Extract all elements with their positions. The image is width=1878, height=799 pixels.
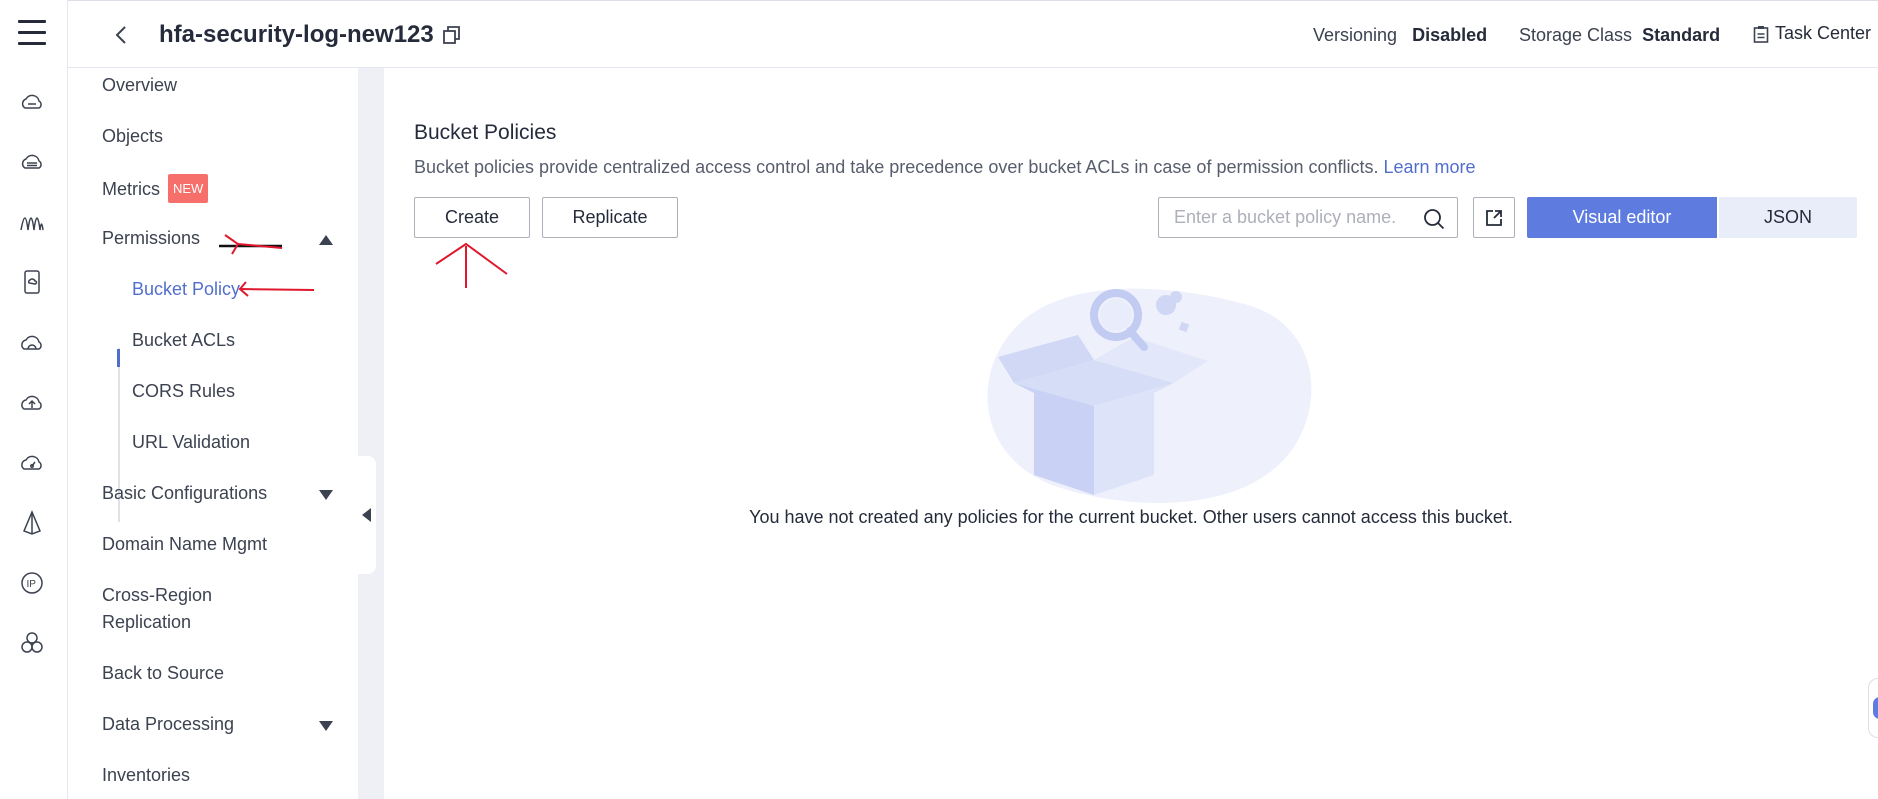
bucket-sidebar: Overview Objects Metrics NEW Permissions … (68, 68, 358, 799)
network-icon[interactable] (18, 509, 46, 537)
empty-state-message: You have not created any policies for th… (749, 507, 1513, 527)
replicate-button[interactable]: Replicate (542, 197, 678, 238)
floating-assistant-tab[interactable] (1868, 678, 1878, 738)
svg-text:IP: IP (27, 579, 37, 590)
back-button[interactable] (108, 21, 134, 49)
active-indicator (117, 349, 120, 367)
bucket-name-title: hfa-security-log-new123 (159, 21, 434, 48)
chevron-down-icon[interactable] (319, 490, 333, 500)
sidebar-item-metrics[interactable]: Metrics NEW (102, 174, 209, 203)
cluster-icon[interactable] (18, 629, 46, 657)
policy-search (1158, 197, 1458, 238)
versioning-status: Versioning Disabled (1313, 25, 1487, 46)
sidebar-item-metrics-label: Metrics (102, 179, 160, 199)
cross-region-line-2: Replication (102, 612, 192, 632)
collapse-sidebar-button[interactable] (356, 456, 376, 574)
sidebar-item-basic-configurations[interactable]: Basic Configurations (102, 480, 267, 507)
search-input[interactable] (1159, 198, 1409, 237)
global-nav-rail: IP (0, 0, 68, 799)
sidebar-item-bucket-acls[interactable]: Bucket ACLs (132, 330, 235, 351)
sidebar-item-url-validation[interactable]: URL Validation (132, 432, 250, 453)
menu-icon[interactable] (18, 20, 46, 46)
page-description: Bucket policies provide centralized acce… (414, 157, 1476, 178)
cloud-icon[interactable] (18, 329, 46, 357)
tab-json[interactable]: JSON (1719, 197, 1857, 238)
content-gutter (358, 68, 384, 799)
new-badge: NEW (168, 174, 209, 203)
cross-region-line-1: Cross-Region (102, 585, 213, 605)
storage-class-label: Storage Class (1519, 25, 1633, 45)
chevron-up-icon[interactable] (319, 235, 333, 245)
chevron-left-icon (115, 26, 126, 44)
sidebar-item-bucket-policy[interactable]: Bucket Policy (132, 279, 240, 300)
triangle-left-icon (361, 508, 371, 522)
tab-visual-editor[interactable]: Visual editor (1527, 197, 1717, 238)
top-bar: hfa-security-log-new123 Versioning Disab… (68, 0, 1878, 68)
sidebar-item-back-to-source[interactable]: Back to Source (102, 660, 224, 687)
task-center-link[interactable]: Task Center (1753, 23, 1871, 44)
sidebar-item-permissions[interactable]: Permissions (102, 225, 200, 252)
sidebar-item-inventories[interactable]: Inventories (102, 762, 190, 789)
ip-icon[interactable]: IP (18, 569, 46, 597)
empty-box-illustration (987, 288, 1312, 503)
create-button[interactable]: Create (414, 197, 530, 238)
sidebar-item-cross-region-replication[interactable]: Cross-Region Replication (102, 582, 212, 636)
cloud-dashboard-icon[interactable] (18, 449, 46, 477)
cloud-upload-icon[interactable] (18, 389, 46, 417)
task-center-label: Task Center (1775, 23, 1872, 43)
cloud-server-icon[interactable] (18, 89, 46, 117)
clipboard-icon (1753, 25, 1769, 43)
sidebar-item-overview[interactable]: Overview (102, 72, 177, 99)
learn-more-link[interactable]: Learn more (1384, 157, 1476, 177)
versioning-label: Versioning (1313, 25, 1398, 45)
sidebar-item-data-processing[interactable]: Data Processing (102, 711, 234, 738)
copy-icon[interactable] (442, 25, 462, 45)
export-icon (1486, 209, 1502, 226)
storage-class-value: Standard (1642, 25, 1721, 45)
cloud-disk-icon[interactable] (18, 149, 46, 177)
sidebar-item-objects[interactable]: Objects (102, 123, 163, 150)
search-icon[interactable] (1423, 208, 1445, 230)
sidebar-item-cors-rules[interactable]: CORS Rules (132, 381, 235, 402)
page-title: Bucket Policies (414, 121, 557, 144)
cloud-phone-icon[interactable] (18, 268, 46, 296)
export-button[interactable] (1473, 197, 1515, 238)
monitoring-icon[interactable] (18, 209, 46, 237)
storage-class-status: Storage Class Standard (1519, 25, 1720, 46)
versioning-value: Disabled (1412, 25, 1488, 45)
description-text: Bucket policies provide centralized acce… (414, 157, 1379, 177)
chevron-down-icon[interactable] (319, 721, 333, 731)
bucket-policies-panel: Bucket Policies Bucket policies provide … (384, 79, 1878, 799)
sidebar-item-domain-name-mgmt[interactable]: Domain Name Mgmt (102, 531, 267, 558)
